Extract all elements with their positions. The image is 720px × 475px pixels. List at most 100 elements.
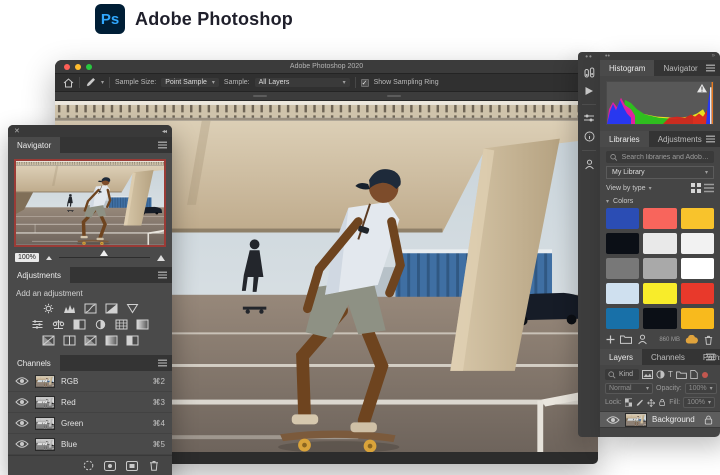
dock-drag-handle[interactable]: ••	[585, 54, 593, 59]
tab-layers[interactable]: Layers	[600, 349, 642, 365]
panel-menu-icon[interactable]	[706, 135, 715, 143]
zoom-level-field[interactable]: 100%	[15, 253, 39, 262]
selective-color-icon[interactable]	[126, 335, 139, 346]
zoom-slider[interactable]	[59, 257, 150, 258]
lock-transparency-icon[interactable]	[625, 398, 632, 407]
color-swatch[interactable]	[606, 233, 639, 254]
zoom-in-icon[interactable]	[157, 255, 165, 261]
home-icon[interactable]	[63, 78, 74, 88]
add-content-icon[interactable]	[606, 335, 615, 344]
color-swatch[interactable]	[681, 308, 714, 329]
layer-filter-kind-dropdown[interactable]: Kind	[605, 369, 639, 380]
filter-smart-objects-icon[interactable]	[690, 370, 698, 379]
navigator-preview[interactable]	[14, 159, 166, 247]
collapse-panel-icon[interactable]: ◂◂	[162, 128, 166, 135]
tab-histogram[interactable]: Histogram	[600, 60, 654, 76]
color-swatch[interactable]	[606, 208, 639, 229]
color-swatch[interactable]	[681, 283, 714, 304]
close-panel-icon[interactable]: ✕	[14, 127, 20, 135]
layer-lock-icon[interactable]	[703, 415, 714, 425]
new-channel-icon[interactable]	[126, 461, 138, 471]
color-swatch[interactable]	[681, 208, 714, 229]
sample-size-dropdown[interactable]: Point Sample ▾	[161, 78, 219, 87]
color-swatch[interactable]	[681, 258, 714, 279]
color-swatch[interactable]	[643, 258, 676, 279]
grid-view-icon[interactable]	[691, 183, 701, 193]
blend-mode-dropdown[interactable]: Normal ▾	[605, 383, 653, 394]
visibility-eye-icon[interactable]	[15, 439, 29, 449]
visibility-eye-icon[interactable]	[606, 415, 620, 425]
color-swatch[interactable]	[606, 258, 639, 279]
gradient-map-icon[interactable]	[105, 335, 118, 346]
visibility-eye-icon[interactable]	[15, 376, 29, 386]
library-select[interactable]: My Library ▾	[606, 166, 714, 179]
filter-group-layers-icon[interactable]	[676, 371, 687, 379]
tab-navigator-right[interactable]: Navigator	[654, 60, 706, 76]
color-swatch[interactable]	[606, 308, 639, 329]
posterize-icon[interactable]	[63, 335, 76, 346]
color-lookup-icon[interactable]	[136, 319, 149, 330]
channel-row-blue[interactable]: Blue ⌘5	[8, 434, 172, 455]
panel-menu-icon[interactable]	[158, 271, 167, 279]
filter-type-layers-icon[interactable]: T	[668, 371, 673, 379]
color-panel-icon[interactable]	[584, 67, 595, 78]
visibility-eye-icon[interactable]	[15, 418, 29, 428]
exposure-icon[interactable]	[105, 303, 118, 314]
hue-saturation-icon[interactable]	[31, 319, 44, 330]
chevron-down-icon[interactable]: ▾	[649, 185, 652, 192]
invite-person-icon[interactable]	[637, 334, 648, 345]
view-by-label[interactable]: View by type	[606, 185, 646, 192]
libraries-search-input[interactable]: Search libraries and Adobe Stock	[606, 151, 714, 163]
properties-panel-icon[interactable]	[583, 113, 595, 123]
cloud-sync-icon[interactable]	[685, 335, 698, 344]
tab-navigator[interactable]: Navigator	[8, 137, 60, 153]
color-balance-icon[interactable]	[52, 319, 65, 330]
delete-channel-icon[interactable]	[148, 460, 160, 471]
channel-row-red[interactable]: Red ⌘3	[8, 392, 172, 413]
colors-section-header[interactable]: ▾ Colors	[606, 198, 714, 205]
lock-position-icon[interactable]	[647, 398, 655, 408]
tab-channels[interactable]: Channels	[8, 355, 60, 371]
vibrance-icon[interactable]	[126, 303, 139, 314]
eyedropper-tool-icon[interactable]	[85, 77, 96, 88]
color-swatch[interactable]	[643, 208, 676, 229]
curves-icon[interactable]	[84, 303, 97, 314]
panel-menu-icon[interactable]	[158, 141, 167, 149]
sample-dropdown[interactable]: All Layers ▾	[255, 78, 350, 87]
black-white-icon[interactable]	[73, 319, 86, 330]
tab-adjustments-right[interactable]: Adjustments	[649, 131, 711, 147]
actions-panel-icon[interactable]	[584, 86, 594, 96]
tab-libraries[interactable]: Libraries	[600, 131, 649, 147]
panel-menu-icon[interactable]	[158, 359, 167, 367]
filter-pixel-layers-icon[interactable]	[642, 370, 653, 379]
collapse-panel-icon[interactable]: »	[712, 53, 715, 59]
cached-data-warning-icon[interactable]	[697, 84, 707, 93]
opacity-dropdown[interactable]: 100% ▾	[685, 383, 717, 394]
filter-adjustment-layers-icon[interactable]	[656, 370, 665, 379]
info-panel-icon[interactable]	[584, 131, 595, 142]
save-selection-as-channel-icon[interactable]	[104, 461, 116, 471]
visibility-eye-icon[interactable]	[15, 397, 29, 407]
brightness-contrast-icon[interactable]	[42, 303, 55, 314]
document-tab-strip[interactable]	[55, 92, 598, 101]
new-group-folder-icon[interactable]	[620, 335, 632, 344]
delete-library-item-icon[interactable]	[703, 335, 714, 345]
filter-toggle-icon[interactable]	[702, 372, 708, 378]
channel-row-rgb[interactable]: RGB ⌘2	[8, 371, 172, 392]
chevron-down-icon[interactable]: ▾	[101, 79, 104, 86]
channel-mixer-icon[interactable]	[115, 319, 128, 330]
panel-drag-handle[interactable]: ••	[605, 53, 610, 60]
fill-dropdown[interactable]: 100% ▾	[683, 397, 715, 408]
panel-menu-icon[interactable]	[706, 64, 715, 72]
color-swatch[interactable]	[681, 233, 714, 254]
tab-channels-right[interactable]: Channels	[642, 349, 694, 365]
color-swatch[interactable]	[643, 283, 676, 304]
color-swatch[interactable]	[643, 233, 676, 254]
tab-adjustments[interactable]: Adjustments	[8, 267, 70, 283]
zoom-out-icon[interactable]	[46, 256, 52, 260]
threshold-icon[interactable]	[84, 335, 97, 346]
list-view-icon[interactable]	[704, 183, 714, 193]
character-panel-icon[interactable]	[584, 159, 595, 170]
load-selection-icon[interactable]	[83, 460, 94, 471]
show-sampling-ring-checkbox[interactable]: ✓	[361, 79, 369, 87]
